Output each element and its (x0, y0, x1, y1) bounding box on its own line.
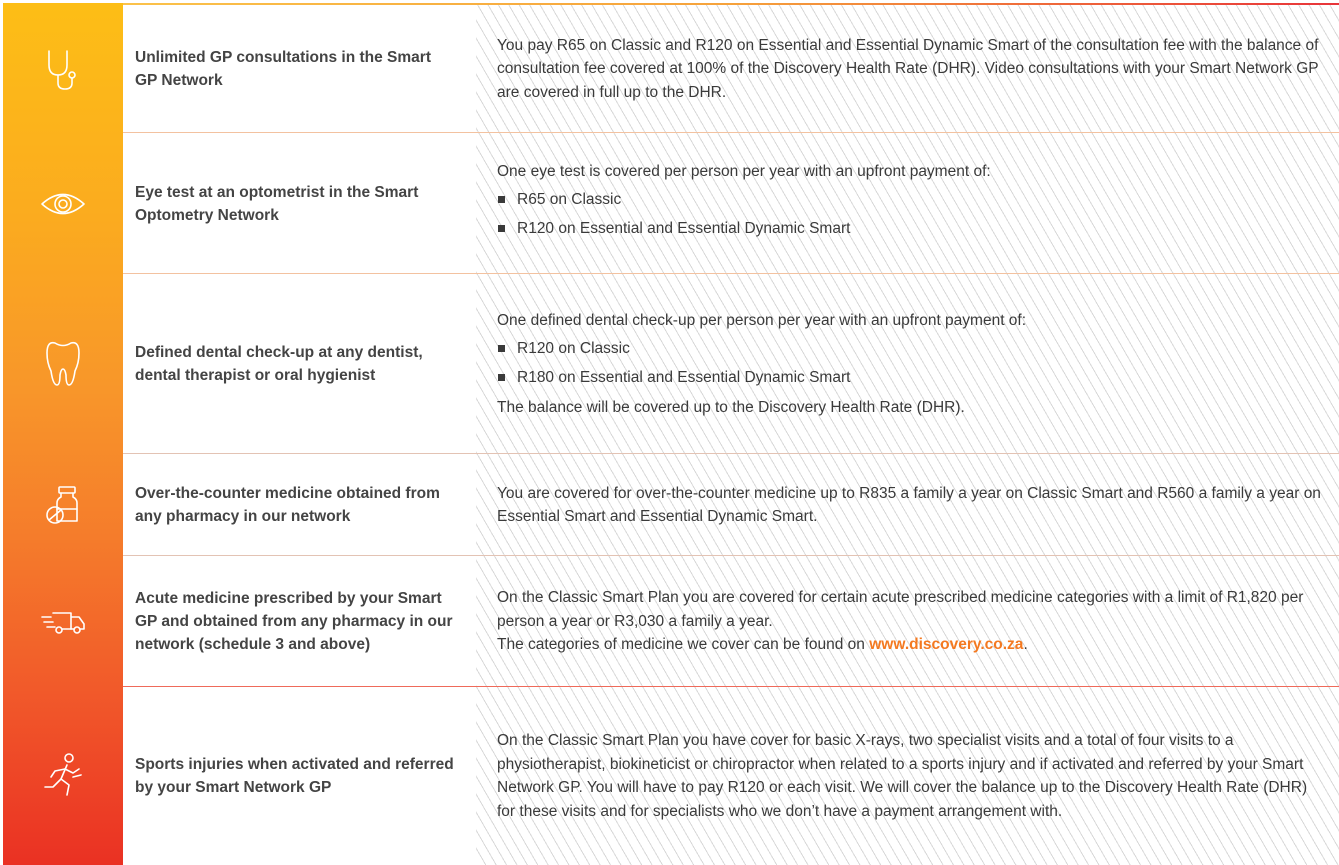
benefit-row-eye-test: Eye test at an optometrist in the Smart … (3, 133, 1339, 274)
description-link-line: The categories of medicine we cover can … (497, 633, 1329, 657)
runner-icon (3, 687, 123, 865)
list-item: R120 on Classic (497, 337, 1329, 361)
benefit-label: Acute medicine prescribed by your Smart … (135, 590, 453, 653)
pill-bottle-icon (3, 454, 123, 556)
benefit-row-acute-medicine: Acute medicine prescribed by your Smart … (3, 556, 1339, 687)
description-text: You pay R65 on Classic and R120 on Essen… (497, 36, 1319, 101)
benefit-description: One eye test is covered per person per y… (497, 133, 1329, 274)
description-outro: The balance will be covered up to the Di… (497, 398, 965, 416)
link-prefix: The categories of medicine we cover can … (497, 636, 870, 654)
benefit-label: Over-the-counter medicine obtained from … (135, 485, 440, 525)
benefit-row-sports-injuries: Sports injuries when activated and refer… (3, 687, 1339, 865)
list-item: R65 on Classic (497, 188, 1329, 212)
tooth-icon (3, 274, 123, 454)
list-item: R120 on Essential and Essential Dynamic … (497, 217, 1329, 241)
description-intro: One defined dental check-up per person p… (497, 312, 1027, 329)
benefit-label: Sports injuries when activated and refer… (135, 756, 454, 796)
benefit-row-otc-medicine: Over-the-counter medicine obtained from … (3, 454, 1339, 556)
benefit-description: You are covered for over-the-counter med… (497, 454, 1329, 556)
delivery-van-icon (3, 556, 123, 687)
benefit-description: You pay R65 on Classic and R120 on Essen… (497, 5, 1329, 133)
description-intro: One eye test is covered per person per y… (497, 163, 991, 181)
bullet-list: R120 on Classic R180 on Essential and Es… (497, 337, 1329, 396)
benefit-row-gp: Unlimited GP consultations in the Smart … (3, 5, 1339, 133)
benefit-description: On the Classic Smart Plan you are covere… (497, 556, 1329, 687)
stethoscope-icon (3, 5, 123, 133)
benefit-label: Defined dental check-up at any dentist, … (135, 344, 423, 384)
discovery-website-link[interactable]: www.discovery.co.za (869, 636, 1023, 653)
benefit-label: Eye test at an optometrist in the Smart … (135, 183, 419, 224)
benefit-label: Unlimited GP consultations in the Smart … (135, 49, 431, 89)
benefit-row-dental: Defined dental check-up at any dentist, … (3, 274, 1339, 454)
benefit-description: On the Classic Smart Plan you have cover… (497, 687, 1329, 865)
bullet-list: R65 on Classic R120 on Essential and Ess… (497, 188, 1329, 247)
description-text: You are covered for over-the-counter med… (497, 484, 1321, 526)
eye-icon (3, 133, 123, 274)
list-item: R180 on Essential and Essential Dynamic … (497, 366, 1329, 390)
description-text: On the Classic Smart Plan you are covere… (497, 589, 1304, 630)
description-text: On the Classic Smart Plan you have cover… (497, 732, 1308, 820)
benefit-description: One defined dental check-up per person p… (497, 274, 1329, 454)
link-suffix: . (1023, 636, 1028, 654)
